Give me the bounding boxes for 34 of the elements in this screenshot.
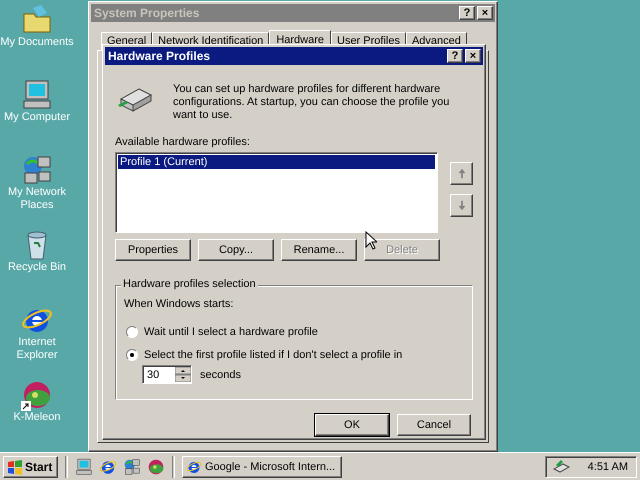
list-item[interactable]: Profile 1 (Current) <box>118 155 435 169</box>
dialog-button[interactable]: Copy... <box>198 239 274 261</box>
radio-label[interactable]: Wait until I select a hardware profile <box>144 326 318 338</box>
show-desktop-icon <box>75 458 93 476</box>
hardware-tray-icon[interactable] <box>552 458 570 474</box>
taskbar-button[interactable]: Google - Microsoft Intern... <box>182 456 342 478</box>
unit-label: seconds <box>200 368 241 380</box>
list-label: Available hardware profiles: <box>115 136 251 148</box>
radio-label[interactable]: Select the first profile listed if I don't select a profile in <box>144 349 402 361</box>
clock: 4:51 AM <box>588 460 628 472</box>
close-button[interactable]: × <box>477 6 493 20</box>
help-button[interactable]: ? <box>459 6 475 20</box>
dialog-button[interactable]: Properties <box>115 239 191 261</box>
computer-icon <box>21 79 53 111</box>
group-title: Hardware profiles selection <box>121 278 258 290</box>
spin-arrows-icon[interactable] <box>175 367 191 382</box>
spin-box[interactable]: 30 <box>142 365 192 384</box>
help-button[interactable]: ? <box>447 49 463 63</box>
chameleon-icon <box>21 379 53 411</box>
windows-logo-icon <box>7 458 23 474</box>
radio-button[interactable] <box>126 349 138 361</box>
ok-button[interactable]: OK <box>315 414 389 436</box>
dialog-button[interactable]: Rename... <box>281 239 357 261</box>
close-button[interactable]: × <box>465 49 481 63</box>
network-icon <box>21 154 53 186</box>
network-icon <box>123 458 141 476</box>
start-button[interactable]: Start <box>3 456 58 478</box>
cancel-button[interactable]: Cancel <box>397 414 471 436</box>
window-title: System Properties <box>94 6 200 20</box>
window-title: Hardware Profiles <box>108 49 212 63</box>
prompt-text: When Windows starts: <box>124 298 234 310</box>
radio-button[interactable] <box>126 326 138 338</box>
description-text: You can set up hardware profiles for different hardware configurations. At startup, you can choose the profile you want to use. <box>173 83 450 122</box>
chameleon-icon <box>147 458 165 476</box>
